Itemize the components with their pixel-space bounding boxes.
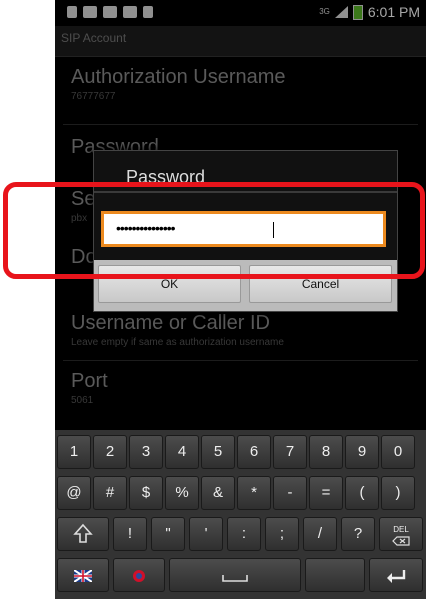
- key-2[interactable]: 2: [93, 435, 127, 469]
- key-7[interactable]: 7: [273, 435, 307, 469]
- enter-key[interactable]: [369, 558, 423, 592]
- key-5[interactable]: 5: [201, 435, 235, 469]
- key-equals[interactable]: =: [309, 476, 343, 510]
- key-apostrophe[interactable]: ': [189, 517, 223, 551]
- key-0[interactable]: 0: [381, 435, 415, 469]
- shift-key[interactable]: [57, 517, 109, 551]
- key-6[interactable]: 6: [237, 435, 271, 469]
- key-percent[interactable]: %: [165, 476, 199, 510]
- record-icon: [133, 570, 145, 582]
- key-double-quote[interactable]: ": [151, 517, 185, 551]
- key-ampersand[interactable]: &: [201, 476, 235, 510]
- key-1[interactable]: 1: [57, 435, 91, 469]
- key-semicolon[interactable]: ;: [265, 517, 299, 551]
- space-icon: [222, 575, 248, 582]
- comma-key[interactable]: [305, 558, 365, 592]
- key-minus[interactable]: -: [273, 476, 307, 510]
- key-at[interactable]: @: [57, 476, 91, 510]
- record-key[interactable]: [113, 558, 165, 592]
- soft-keyboard: 1 2 3 4 5 6 7 8 9 0 @ # $ % & * - = ( ) …: [55, 430, 426, 599]
- key-open-paren[interactable]: (: [345, 476, 379, 510]
- enter-icon: [387, 570, 406, 583]
- key-hash[interactable]: #: [93, 476, 127, 510]
- key-8[interactable]: 8: [309, 435, 343, 469]
- key-close-paren[interactable]: ): [381, 476, 415, 510]
- delete-key[interactable]: DEL: [379, 517, 423, 551]
- key-question[interactable]: ?: [341, 517, 375, 551]
- language-key[interactable]: [57, 558, 109, 592]
- del-label: DEL: [393, 525, 409, 534]
- shift-icon: [73, 523, 93, 543]
- space-key[interactable]: [169, 558, 301, 592]
- language-flag-icon: [73, 569, 93, 583]
- key-slash[interactable]: /: [303, 517, 337, 551]
- key-asterisk[interactable]: *: [237, 476, 271, 510]
- phone-screen: 3G 6:01 PM SIP Account Authorization Use…: [55, 0, 426, 599]
- highlight-annotation: [3, 182, 425, 279]
- key-dollar[interactable]: $: [129, 476, 163, 510]
- key-9[interactable]: 9: [345, 435, 379, 469]
- key-exclamation[interactable]: !: [113, 517, 147, 551]
- del-icon: [392, 536, 410, 546]
- key-colon[interactable]: :: [227, 517, 261, 551]
- key-4[interactable]: 4: [165, 435, 199, 469]
- key-3[interactable]: 3: [129, 435, 163, 469]
